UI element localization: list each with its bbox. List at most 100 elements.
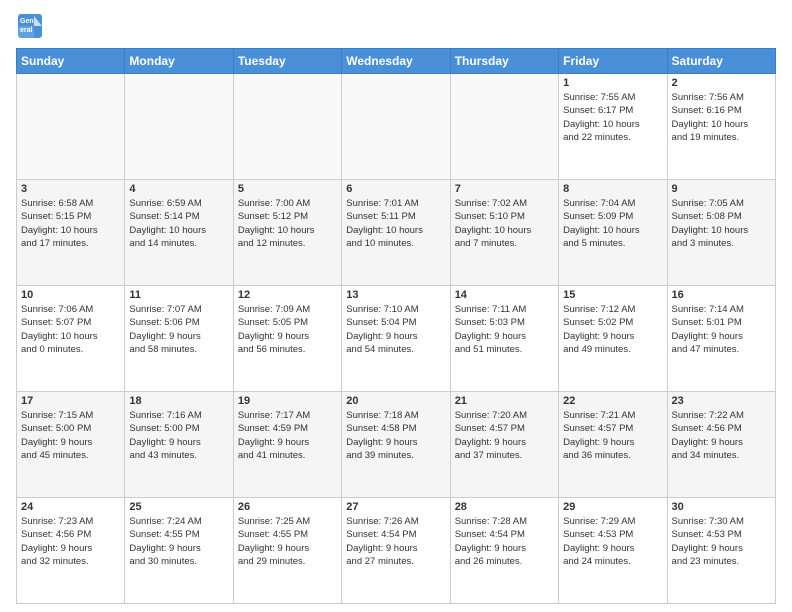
calendar-week-row: 10 Sunrise: 7:06 AM Sunset: 5:07 PM Dayli…	[17, 286, 776, 392]
day-info: Sunrise: 7:15 AM Sunset: 5:00 PM Dayligh…	[21, 409, 120, 462]
day-info: Sunrise: 7:55 AM Sunset: 6:17 PM Dayligh…	[563, 91, 662, 144]
weekday-header: Thursday	[450, 49, 558, 74]
day-info: Sunrise: 7:26 AM Sunset: 4:54 PM Dayligh…	[346, 515, 445, 568]
calendar-cell: 29 Sunrise: 7:29 AM Sunset: 4:53 PM Dayli…	[559, 498, 667, 604]
day-number: 16	[672, 289, 771, 301]
calendar-week-row: 3 Sunrise: 6:58 AM Sunset: 5:15 PM Daylig…	[17, 180, 776, 286]
day-number: 24	[21, 501, 120, 513]
day-number: 3	[21, 183, 120, 195]
day-info: Sunrise: 7:01 AM Sunset: 5:11 PM Dayligh…	[346, 197, 445, 250]
calendar-cell: 8Sunrise: 7:04 AM Sunset: 5:09 PM Daylig…	[559, 180, 667, 286]
day-number: 12	[238, 289, 337, 301]
day-info: Sunrise: 7:14 AM Sunset: 5:01 PM Dayligh…	[672, 303, 771, 356]
day-info: Sunrise: 7:20 AM Sunset: 4:57 PM Dayligh…	[455, 409, 554, 462]
day-info: Sunrise: 7:07 AM Sunset: 5:06 PM Dayligh…	[129, 303, 228, 356]
calendar-cell: 25Sunrise: 7:24 AM Sunset: 4:55 PM Dayli…	[125, 498, 233, 604]
weekday-header: Saturday	[667, 49, 775, 74]
day-info: Sunrise: 7:05 AM Sunset: 5:08 PM Dayligh…	[672, 197, 771, 250]
day-number: 19	[238, 395, 337, 407]
calendar-header-row: SundayMondayTuesdayWednesdayThursdayFrid…	[17, 49, 776, 74]
svg-text:eral: eral	[20, 27, 33, 34]
calendar-cell	[17, 74, 125, 180]
calendar-cell: 17 Sunrise: 7:15 AM Sunset: 5:00 PM Dayli…	[17, 392, 125, 498]
svg-text:Gen: Gen	[20, 18, 34, 25]
page: Gen eral SundayMondayTuesdayWednesdayThu…	[0, 0, 792, 612]
day-number: 21	[455, 395, 554, 407]
day-info: Sunrise: 7:00 AM Sunset: 5:12 PM Dayligh…	[238, 197, 337, 250]
day-number: 28	[455, 501, 554, 513]
calendar-cell: 16 Sunrise: 7:14 AM Sunset: 5:01 PM Dayli…	[667, 286, 775, 392]
calendar-cell: 18 Sunrise: 7:16 AM Sunset: 5:00 PM Dayli…	[125, 392, 233, 498]
day-number: 9	[672, 183, 771, 195]
day-info: Sunrise: 6:58 AM Sunset: 5:15 PM Dayligh…	[21, 197, 120, 250]
day-info: Sunrise: 7:21 AM Sunset: 4:57 PM Dayligh…	[563, 409, 662, 462]
calendar-cell: 21 Sunrise: 7:20 AM Sunset: 4:57 PM Dayli…	[450, 392, 558, 498]
logo: Gen eral	[16, 12, 48, 40]
calendar-cell: 4 Sunrise: 6:59 AM Sunset: 5:14 PM Daylig…	[125, 180, 233, 286]
day-number: 11	[129, 289, 228, 301]
day-number: 13	[346, 289, 445, 301]
calendar-cell: 15 Sunrise: 7:12 AM Sunset: 5:02 PM Dayli…	[559, 286, 667, 392]
calendar-week-row: 24Sunrise: 7:23 AM Sunset: 4:56 PM Dayli…	[17, 498, 776, 604]
day-number: 20	[346, 395, 445, 407]
day-number: 23	[672, 395, 771, 407]
day-info: Sunrise: 7:06 AM Sunset: 5:07 PM Dayligh…	[21, 303, 120, 356]
day-info: Sunrise: 7:29 AM Sunset: 4:53 PM Dayligh…	[563, 515, 662, 568]
day-info: Sunrise: 7:04 AM Sunset: 5:09 PM Dayligh…	[563, 197, 662, 250]
logo-icon: Gen eral	[16, 12, 44, 40]
day-number: 18	[129, 395, 228, 407]
calendar-cell: 19 Sunrise: 7:17 AM Sunset: 4:59 PM Dayli…	[233, 392, 341, 498]
day-info: Sunrise: 6:59 AM Sunset: 5:14 PM Dayligh…	[129, 197, 228, 250]
day-number: 1	[563, 77, 662, 89]
calendar-cell: 24Sunrise: 7:23 AM Sunset: 4:56 PM Dayli…	[17, 498, 125, 604]
day-info: Sunrise: 7:11 AM Sunset: 5:03 PM Dayligh…	[455, 303, 554, 356]
day-info: Sunrise: 7:12 AM Sunset: 5:02 PM Dayligh…	[563, 303, 662, 356]
calendar-cell: 1 Sunrise: 7:55 AM Sunset: 6:17 PM Daylig…	[559, 74, 667, 180]
calendar-cell: 23Sunrise: 7:22 AM Sunset: 4:56 PM Dayli…	[667, 392, 775, 498]
day-number: 5	[238, 183, 337, 195]
day-info: Sunrise: 7:17 AM Sunset: 4:59 PM Dayligh…	[238, 409, 337, 462]
day-number: 4	[129, 183, 228, 195]
calendar-cell: 3 Sunrise: 6:58 AM Sunset: 5:15 PM Daylig…	[17, 180, 125, 286]
calendar-cell: 26Sunrise: 7:25 AM Sunset: 4:55 PM Dayli…	[233, 498, 341, 604]
day-number: 15	[563, 289, 662, 301]
day-number: 27	[346, 501, 445, 513]
calendar-cell	[125, 74, 233, 180]
calendar-cell: 9 Sunrise: 7:05 AM Sunset: 5:08 PM Daylig…	[667, 180, 775, 286]
day-number: 22	[563, 395, 662, 407]
calendar-cell: 20Sunrise: 7:18 AM Sunset: 4:58 PM Dayli…	[342, 392, 450, 498]
calendar-cell: 6 Sunrise: 7:01 AM Sunset: 5:11 PM Daylig…	[342, 180, 450, 286]
day-number: 10	[21, 289, 120, 301]
calendar-cell: 30 Sunrise: 7:30 AM Sunset: 4:53 PM Dayli…	[667, 498, 775, 604]
calendar-cell: 14Sunrise: 7:11 AM Sunset: 5:03 PM Dayli…	[450, 286, 558, 392]
day-number: 29	[563, 501, 662, 513]
day-number: 6	[346, 183, 445, 195]
calendar-week-row: 1 Sunrise: 7:55 AM Sunset: 6:17 PM Daylig…	[17, 74, 776, 180]
calendar-week-row: 17 Sunrise: 7:15 AM Sunset: 5:00 PM Dayli…	[17, 392, 776, 498]
calendar-cell: 13 Sunrise: 7:10 AM Sunset: 5:04 PM Dayli…	[342, 286, 450, 392]
calendar-cell: 28 Sunrise: 7:28 AM Sunset: 4:54 PM Dayli…	[450, 498, 558, 604]
day-number: 17	[21, 395, 120, 407]
day-info: Sunrise: 7:02 AM Sunset: 5:10 PM Dayligh…	[455, 197, 554, 250]
day-info: Sunrise: 7:09 AM Sunset: 5:05 PM Dayligh…	[238, 303, 337, 356]
day-info: Sunrise: 7:16 AM Sunset: 5:00 PM Dayligh…	[129, 409, 228, 462]
calendar-cell: 11 Sunrise: 7:07 AM Sunset: 5:06 PM Dayli…	[125, 286, 233, 392]
calendar-cell: 22 Sunrise: 7:21 AM Sunset: 4:57 PM Dayli…	[559, 392, 667, 498]
calendar-cell: 2Sunrise: 7:56 AM Sunset: 6:16 PM Daylig…	[667, 74, 775, 180]
day-info: Sunrise: 7:24 AM Sunset: 4:55 PM Dayligh…	[129, 515, 228, 568]
day-number: 30	[672, 501, 771, 513]
calendar-table: SundayMondayTuesdayWednesdayThursdayFrid…	[16, 48, 776, 604]
calendar-cell	[342, 74, 450, 180]
day-info: Sunrise: 7:25 AM Sunset: 4:55 PM Dayligh…	[238, 515, 337, 568]
header: Gen eral	[16, 12, 776, 40]
calendar-cell: 12 Sunrise: 7:09 AM Sunset: 5:05 PM Dayli…	[233, 286, 341, 392]
weekday-header: Tuesday	[233, 49, 341, 74]
day-info: Sunrise: 7:28 AM Sunset: 4:54 PM Dayligh…	[455, 515, 554, 568]
calendar-cell: 7Sunrise: 7:02 AM Sunset: 5:10 PM Daylig…	[450, 180, 558, 286]
day-number: 2	[672, 77, 771, 89]
day-info: Sunrise: 7:10 AM Sunset: 5:04 PM Dayligh…	[346, 303, 445, 356]
calendar-cell	[450, 74, 558, 180]
weekday-header: Wednesday	[342, 49, 450, 74]
day-info: Sunrise: 7:30 AM Sunset: 4:53 PM Dayligh…	[672, 515, 771, 568]
calendar-cell: 5 Sunrise: 7:00 AM Sunset: 5:12 PM Daylig…	[233, 180, 341, 286]
